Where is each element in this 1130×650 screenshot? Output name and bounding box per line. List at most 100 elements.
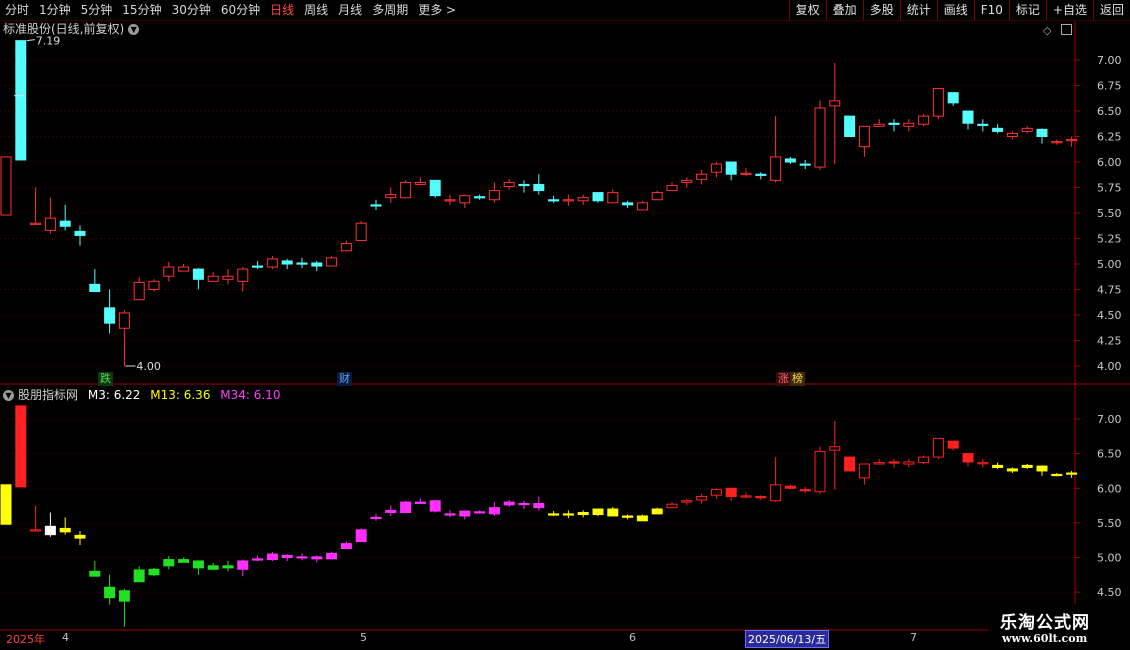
main-candle[interactable]: [444, 194, 456, 205]
main-candle[interactable]: [533, 174, 545, 195]
period-tab-0[interactable]: 分时: [0, 0, 34, 20]
indicator-candle[interactable]: [1051, 473, 1063, 477]
indicator-candle[interactable]: [888, 459, 900, 468]
period-tab-5[interactable]: 60分钟: [216, 0, 265, 20]
period-tab-7[interactable]: 周线: [299, 0, 333, 20]
indicator-candle[interactable]: [414, 498, 426, 504]
main-candle[interactable]: [296, 257, 308, 269]
indicator-candle[interactable]: [977, 459, 989, 468]
indicator-candle[interactable]: [222, 560, 234, 572]
main-candle[interactable]: [400, 180, 412, 199]
main-candle[interactable]: [0, 156, 12, 216]
main-candle[interactable]: [340, 240, 352, 252]
main-candle[interactable]: [518, 180, 530, 193]
indicator-candle[interactable]: [651, 507, 663, 515]
toolbar-button-3[interactable]: 统计: [899, 0, 937, 20]
ranking-badge[interactable]: 榜: [790, 372, 805, 386]
indicator-candle[interactable]: [326, 551, 338, 560]
main-candle[interactable]: [222, 269, 234, 285]
main-candle[interactable]: [888, 119, 900, 132]
indicator-candle[interactable]: [118, 588, 130, 627]
indicator-candle[interactable]: [281, 554, 293, 561]
indicator-candle[interactable]: [947, 440, 959, 451]
indicator-candle[interactable]: [400, 500, 412, 513]
main-candle[interactable]: [429, 179, 441, 198]
kline-chart[interactable]: 7.00 6.75 6.50 6.25 6.00 5.75 5.50 5.25 5.00 4.75…: [0, 0, 1130, 650]
indicator-candle[interactable]: [829, 421, 841, 490]
main-candle[interactable]: [59, 204, 71, 231]
period-tab-8[interactable]: 月线: [333, 0, 367, 20]
main-candle[interactable]: [725, 161, 737, 181]
indicator-candle[interactable]: [207, 563, 219, 570]
main-candle[interactable]: [89, 269, 101, 293]
main-candle[interactable]: [385, 187, 397, 203]
panel-toggle-icon[interactable]: [1061, 24, 1072, 35]
indicator-candle[interactable]: [0, 484, 12, 525]
indicator-candle[interactable]: [770, 457, 782, 503]
indicator-candle[interactable]: [814, 446, 826, 494]
main-candle[interactable]: [207, 272, 219, 282]
indicator-candle[interactable]: [503, 500, 515, 507]
main-candle[interactable]: [755, 172, 767, 180]
indicator-candle[interactable]: [918, 455, 930, 465]
indicator-candle[interactable]: [725, 487, 737, 501]
main-candle[interactable]: [696, 170, 708, 185]
indicator-candle[interactable]: [459, 510, 471, 520]
main-candle[interactable]: [770, 116, 782, 183]
indicator-candle[interactable]: [1021, 464, 1033, 469]
period-tab-6[interactable]: 日线: [265, 0, 299, 20]
main-panel-title[interactable]: 标准股份(日线,前复权) ▼: [3, 21, 140, 37]
indicator-candle[interactable]: [518, 500, 530, 510]
indicator-candle[interactable]: [444, 510, 456, 518]
toolbar-button-5[interactable]: F10: [973, 0, 1009, 20]
indicator-candle[interactable]: [932, 437, 944, 460]
main-candle[interactable]: [459, 194, 471, 208]
main-candle[interactable]: [1036, 128, 1048, 144]
indicator-candle[interactable]: [355, 528, 367, 543]
indicator-candle[interactable]: [903, 459, 915, 468]
indicator-candle[interactable]: [784, 484, 796, 490]
main-candle[interactable]: [577, 194, 589, 205]
indicator-candle[interactable]: [562, 510, 574, 519]
main-candle[interactable]: [148, 279, 160, 292]
indicator-candle[interactable]: [740, 492, 752, 498]
toolbar-button-0[interactable]: 复权: [788, 0, 826, 20]
main-candle[interactable]: [947, 92, 959, 106]
indicator-candle[interactable]: [1036, 465, 1048, 476]
main-candle[interactable]: [178, 264, 190, 272]
indicator-candle[interactable]: [296, 553, 308, 561]
indicator-candle[interactable]: [710, 488, 722, 499]
main-candle[interactable]: [962, 110, 974, 130]
main-candle[interactable]: [562, 194, 574, 206]
main-candle[interactable]: [740, 168, 752, 177]
indicator-candle[interactable]: [636, 514, 648, 522]
main-candle[interactable]: [814, 100, 826, 171]
main-candle[interactable]: [784, 156, 796, 165]
indicator-candle[interactable]: [59, 517, 71, 535]
main-candle[interactable]: [237, 267, 249, 292]
main-candle[interactable]: [30, 187, 42, 225]
indicator-candle[interactable]: [1006, 467, 1018, 474]
main-candle[interactable]: [1051, 139, 1063, 145]
main-candle[interactable]: [636, 200, 648, 211]
indicator-candle[interactable]: [133, 566, 145, 583]
period-tab-1[interactable]: 1分钟: [34, 0, 76, 20]
main-candle[interactable]: [873, 119, 885, 127]
main-candle[interactable]: [844, 115, 856, 137]
chevron-down-icon[interactable]: ▼: [3, 390, 14, 401]
main-candle[interactable]: [607, 189, 619, 204]
period-tab-10[interactable]: 更多 >: [413, 0, 461, 20]
main-candle[interactable]: [903, 119, 915, 132]
indicator-candle[interactable]: [192, 560, 204, 575]
main-candle[interactable]: [74, 225, 86, 246]
main-candle[interactable]: [355, 221, 367, 242]
main-candle[interactable]: [503, 179, 515, 190]
indicator-candle[interactable]: [592, 508, 604, 516]
main-candle[interactable]: [266, 255, 278, 270]
indicator-candle[interactable]: [44, 512, 56, 537]
main-candle[interactable]: [858, 125, 870, 157]
indicator-candle[interactable]: [148, 567, 160, 577]
indicator-candle[interactable]: [755, 495, 767, 501]
main-candle[interactable]: [932, 88, 944, 120]
main-candle[interactable]: [1006, 131, 1018, 140]
